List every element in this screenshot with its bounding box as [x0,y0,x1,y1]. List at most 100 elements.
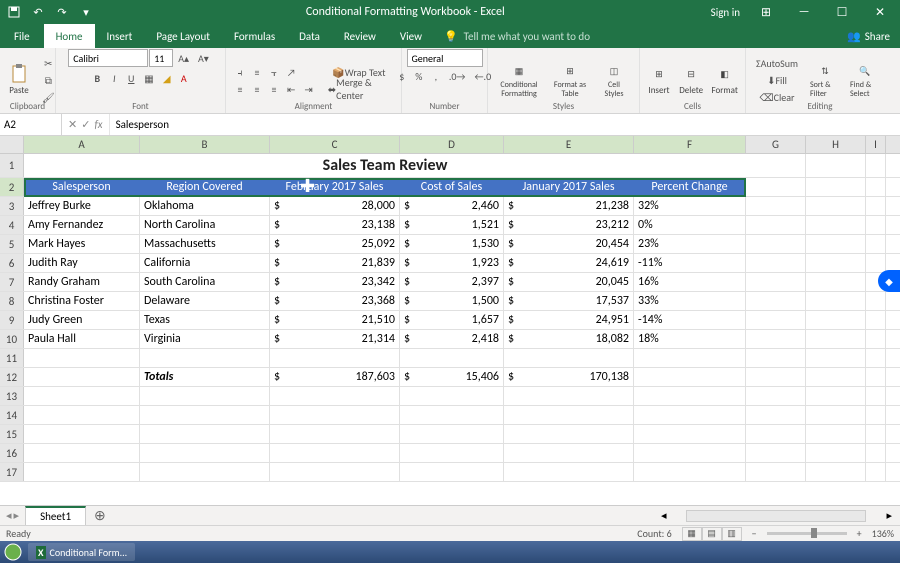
font-name-input[interactable] [68,49,148,67]
conditional-formatting-button[interactable]: ▦Conditional Formatting [492,60,546,101]
accounting-format-button[interactable]: $ [394,68,410,84]
data-cell[interactable]: 33% [634,292,746,310]
border-button[interactable]: ▦ [140,70,157,86]
merge-center-button[interactable]: ⬌ Merge & Center [323,81,395,97]
delete-cells-button[interactable]: ⊟Delete [676,64,706,98]
font-size-input[interactable] [149,49,173,67]
data-cell[interactable]: $1,923 [400,254,504,272]
data-cell[interactable]: $24,619 [504,254,634,272]
enter-formula-icon[interactable]: ✓ [81,118,90,131]
cancel-formula-icon[interactable]: ✕ [68,118,77,131]
normal-view-button[interactable]: ▦ [682,527,702,541]
page-break-view-button[interactable]: ▥ [722,527,742,541]
row-header[interactable]: 16 [0,444,24,462]
data-cell[interactable]: $2,418 [400,330,504,348]
sheet-nav-prev[interactable]: ◂ [6,509,12,522]
tab-page-layout[interactable]: Page Layout [144,24,222,48]
increase-font-button[interactable]: A▴ [174,50,193,66]
data-cell[interactable]: $24,951 [504,311,634,329]
data-cell[interactable]: $23,342 [270,273,400,291]
orientation-button[interactable]: ↗ [283,64,300,80]
totals-label[interactable]: Totals [140,368,270,386]
underline-button[interactable]: U [123,70,139,86]
italic-button[interactable]: I [106,70,122,86]
row-header[interactable]: 8 [0,292,24,310]
col-header-e[interactable]: E [504,136,634,153]
format-cells-button[interactable]: ◧Format [708,64,741,98]
fill-color-button[interactable]: ◢ [159,70,175,86]
align-top-button[interactable]: ⫞ [232,64,248,80]
minimize-icon[interactable]: — [792,2,816,22]
align-center-button[interactable]: ≡ [249,81,265,97]
zoom-slider[interactable] [767,532,847,535]
bold-button[interactable]: B [89,70,105,86]
tab-view[interactable]: View [388,24,434,48]
insert-cells-button[interactable]: ⊞Insert [644,64,674,98]
header-cell[interactable]: Cost of Sales [400,178,504,196]
header-cell[interactable]: January 2017 Sales [504,178,634,196]
data-cell[interactable]: $1,500 [400,292,504,310]
data-cell[interactable]: -14% [634,311,746,329]
add-sheet-button[interactable]: ⊕ [86,507,114,524]
row-header[interactable]: 15 [0,425,24,443]
data-cell[interactable]: North Carolina [140,216,270,234]
data-cell[interactable]: Massachusetts [140,235,270,253]
cell-styles-button[interactable]: ◫Cell Styles [594,60,634,101]
col-header-f[interactable]: F [634,136,746,153]
row-header[interactable]: 7 [0,273,24,291]
data-cell[interactable]: $25,092 [270,235,400,253]
data-cell[interactable]: $21,314 [270,330,400,348]
select-all-corner[interactable] [0,136,24,153]
scroll-right-icon[interactable]: ▸ [886,509,892,522]
start-button[interactable] [0,541,26,563]
data-cell[interactable]: $17,537 [504,292,634,310]
col-header-d[interactable]: D [400,136,504,153]
increase-indent-button[interactable]: ⇥ [300,81,316,97]
row-header[interactable]: 12 [0,368,24,386]
sheet-tab[interactable]: Sheet1 [25,506,86,525]
col-header-c[interactable]: C [270,136,400,153]
row-header[interactable]: 14 [0,406,24,424]
fx-icon[interactable]: fx [94,118,102,131]
paste-button[interactable]: Paste [4,64,34,98]
data-cell[interactable]: California [140,254,270,272]
data-cell[interactable]: 32% [634,197,746,215]
data-cell[interactable]: Jeffrey Burke [24,197,140,215]
name-box[interactable]: A2 [0,114,62,135]
horizontal-scrollbar[interactable] [686,510,866,522]
find-select-button[interactable]: 🔍Find & Select [846,60,884,101]
tab-insert[interactable]: Insert [95,24,145,48]
col-header-a[interactable]: A [24,136,140,153]
data-cell[interactable]: $21,839 [270,254,400,272]
fill-button[interactable]: ⬇ Fill [752,73,802,89]
data-cell[interactable]: Amy Fernandez [24,216,140,234]
tell-me-search[interactable]: 💡 Tell me what you want to do [434,24,600,48]
data-cell[interactable]: $1,521 [400,216,504,234]
close-icon[interactable]: ✕ [868,2,892,22]
data-cell[interactable]: $1,530 [400,235,504,253]
row-header[interactable]: 13 [0,387,24,405]
cell-title[interactable]: Sales Team Review [24,154,746,177]
row-header[interactable]: 11 [0,349,24,367]
data-cell[interactable]: $23,368 [270,292,400,310]
header-cell[interactable]: February 2017 Sales [270,178,400,196]
zoom-level[interactable]: 136% [872,527,894,540]
data-cell[interactable]: Paula Hall [24,330,140,348]
undo-icon[interactable]: ↶ [30,4,46,20]
qat-dropdown-icon[interactable]: ▾ [78,4,94,20]
row-header[interactable]: 9 [0,311,24,329]
tab-file[interactable]: File [0,24,44,48]
sheet-nav-next[interactable]: ▸ [14,509,20,522]
align-bottom-button[interactable]: ⫟ [266,64,282,80]
comma-format-button[interactable]: , [428,68,444,84]
worksheet-grid[interactable]: 1 Sales Team Review 2 Salesperson Region… [0,154,900,482]
data-cell[interactable]: $23,138 [270,216,400,234]
data-cell[interactable]: 23% [634,235,746,253]
row-header[interactable]: 5 [0,235,24,253]
data-cell[interactable]: Texas [140,311,270,329]
data-cell[interactable]: 16% [634,273,746,291]
number-format-select[interactable] [407,49,483,67]
row-header[interactable]: 6 [0,254,24,272]
data-cell[interactable]: $20,045 [504,273,634,291]
decrease-indent-button[interactable]: ⇤ [283,81,299,97]
